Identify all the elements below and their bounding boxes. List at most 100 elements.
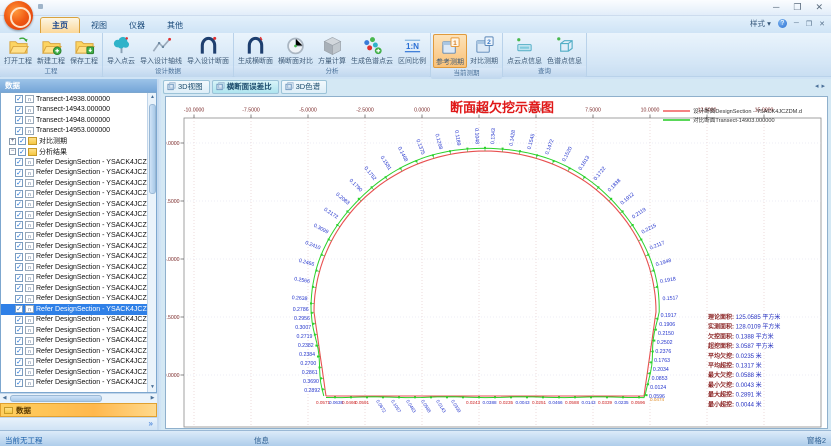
quick-access-icon[interactable] bbox=[38, 4, 43, 9]
document-tab[interactable]: 3D色谱 bbox=[281, 80, 328, 94]
checkbox[interactable]: ✓ bbox=[18, 148, 26, 156]
checkbox[interactable]: ✓ bbox=[15, 127, 23, 135]
tree-item[interactable]: ✓∩Refer DesignSection - YSACK4JCZDM.dat bbox=[1, 325, 147, 336]
scroll-left-icon[interactable]: ◀ bbox=[0, 394, 9, 403]
tree-item[interactable]: ✓∩Refer DesignSection - YSACK4JCZDM.dat bbox=[1, 220, 147, 231]
tree-item[interactable]: ✓∩Refer DesignSection - YSACK4JCZDM.dat bbox=[1, 178, 147, 189]
tree-item[interactable]: ✓∩Refer DesignSection - YSACK4JCZDM.dat bbox=[1, 304, 147, 315]
tree-item[interactable]: ✓∩Refer DesignSection - YSACK4JCZDM.dat bbox=[1, 189, 147, 200]
tree-item[interactable]: ✓∩Refer DesignSection - YSACK4JCZDM.dat bbox=[1, 346, 147, 357]
checkbox[interactable]: ✓ bbox=[15, 242, 23, 250]
checkbox[interactable]: ✓ bbox=[15, 263, 23, 271]
data-panel-tab[interactable]: 数据 bbox=[0, 403, 157, 417]
checkbox[interactable]: ✓ bbox=[15, 368, 23, 376]
tree-item[interactable]: ✓∩Transect-14938.000000 bbox=[1, 94, 147, 105]
scrollbar-thumb[interactable] bbox=[149, 104, 156, 194]
ribbon-button[interactable]: 导入设计断面 bbox=[185, 34, 231, 66]
ribbon-tab[interactable]: 视图 bbox=[80, 18, 118, 33]
ribbon-button[interactable]: 1:N区间比例 bbox=[396, 34, 428, 66]
tree-item[interactable]: ✓∩Refer DesignSection - YSACK4JCZDM.dat bbox=[1, 283, 147, 294]
checkbox[interactable]: ✓ bbox=[15, 274, 23, 282]
ribbon-button[interactable]: 横断面对比 bbox=[276, 34, 315, 66]
tree-item[interactable]: ✓∩Refer DesignSection - YSACK4JCZDM.dat bbox=[1, 210, 147, 221]
checkbox[interactable]: ✓ bbox=[15, 326, 23, 334]
checkbox[interactable]: ✓ bbox=[15, 200, 23, 208]
checkbox[interactable]: ✓ bbox=[18, 137, 26, 145]
ribbon-button[interactable]: 色谱点信息 bbox=[545, 34, 584, 66]
checkbox[interactable]: ✓ bbox=[15, 379, 23, 387]
checkbox[interactable]: ✓ bbox=[15, 95, 23, 103]
ribbon-button[interactable]: 新建工程 bbox=[35, 34, 67, 66]
ribbon-tab[interactable]: 主页 bbox=[40, 17, 80, 33]
checkbox[interactable]: ✓ bbox=[15, 347, 23, 355]
tree-item[interactable]: ✓∩Refer DesignSection - YSACK4JCZDM.dat bbox=[1, 273, 147, 284]
app-logo-icon[interactable] bbox=[4, 1, 33, 30]
tree-folder[interactable]: −✓分析结果 bbox=[1, 147, 147, 158]
checkbox[interactable]: ✓ bbox=[15, 253, 23, 261]
ribbon-button[interactable]: 生成横断面 bbox=[236, 34, 275, 66]
scrollbar-thumb[interactable] bbox=[10, 395, 102, 402]
ribbon-button[interactable]: 生成色谱点云 bbox=[349, 34, 395, 66]
doc-restore-button[interactable]: ❐ bbox=[806, 20, 812, 28]
tab-scroll-arrows[interactable]: ◂▸ bbox=[815, 82, 828, 90]
doc-close-button[interactable]: ✕ bbox=[819, 20, 825, 28]
tree-item[interactable]: ✓∩Refer DesignSection - YSACK4JCZDM.dat bbox=[1, 357, 147, 368]
ribbon-button[interactable]: 点云点信息 bbox=[505, 34, 544, 66]
close-button[interactable]: ✕ bbox=[815, 2, 823, 13]
checkbox[interactable]: ✓ bbox=[15, 221, 23, 229]
document-tab[interactable]: 横断面误差比 bbox=[212, 80, 279, 94]
tree-item[interactable]: ✓∩Refer DesignSection - YSACK4JCZDM.dat bbox=[1, 378, 147, 389]
checkbox[interactable]: ✓ bbox=[15, 158, 23, 166]
checkbox[interactable]: ✓ bbox=[15, 106, 23, 114]
help-icon[interactable]: ? bbox=[778, 19, 787, 28]
checkbox[interactable]: ✓ bbox=[15, 190, 23, 198]
tree-item[interactable]: ✓∩Transect-14948.000000 bbox=[1, 115, 147, 126]
scroll-right-icon[interactable]: ▶ bbox=[148, 394, 157, 403]
ribbon-tab[interactable]: 其他 bbox=[156, 18, 194, 33]
checkbox[interactable]: ✓ bbox=[15, 211, 23, 219]
checkbox[interactable]: ✓ bbox=[15, 169, 23, 177]
tree-item[interactable]: ✓∩Refer DesignSection - YSACK4JCZDM.dat bbox=[1, 262, 147, 273]
tree-item[interactable]: ✓∩Transect-14953.000000 bbox=[1, 126, 147, 137]
minimize-button[interactable]: ─ bbox=[773, 2, 779, 13]
expand-toggle-icon[interactable]: + bbox=[9, 138, 16, 145]
checkbox[interactable]: ✓ bbox=[15, 179, 23, 187]
ribbon-tab[interactable]: 仪器 bbox=[118, 18, 156, 33]
tree-item[interactable]: ✓∩Refer DesignSection - YSACK4JCZDM.dat bbox=[1, 367, 147, 378]
tree-item[interactable]: ✓∩Refer DesignSection - YSACK4JCZDM.dat bbox=[1, 336, 147, 347]
checkbox[interactable]: ✓ bbox=[15, 337, 23, 345]
tree-item[interactable]: ✓∩Refer DesignSection - YSACK4JCZDM.dat bbox=[1, 294, 147, 305]
tree-item[interactable]: ✓∩Transect-14943.000000 bbox=[1, 105, 147, 116]
checkbox[interactable]: ✓ bbox=[15, 232, 23, 240]
tree-item[interactable]: ✓∩Refer DesignSection - YSACK4JCZDM.dat bbox=[1, 168, 147, 179]
tree-item[interactable]: ✓∩Refer DesignSection - YSACK4JCZDM.dat bbox=[1, 157, 147, 168]
tree-item[interactable]: ✓∩Refer DesignSection - YSACK4JCZDM.dat bbox=[1, 315, 147, 326]
ribbon-button[interactable]: 保存工程 bbox=[68, 34, 100, 66]
expand-chevron-icon[interactable]: » bbox=[149, 419, 153, 428]
document-tab[interactable]: 3D视图 bbox=[163, 80, 210, 94]
checkbox[interactable]: ✓ bbox=[15, 305, 23, 313]
scroll-up-icon[interactable]: ▲ bbox=[148, 93, 157, 102]
ribbon-button[interactable]: 打开工程 bbox=[2, 34, 34, 66]
checkbox[interactable]: ✓ bbox=[15, 358, 23, 366]
tree-horizontal-scrollbar[interactable]: ◀ ▶ bbox=[0, 393, 157, 403]
tree-vertical-scrollbar[interactable]: ▲ ▼ bbox=[147, 93, 156, 392]
tree-folder[interactable]: +✓对比测期 bbox=[1, 136, 147, 147]
scroll-down-icon[interactable]: ▼ bbox=[148, 383, 157, 392]
checkbox[interactable]: ✓ bbox=[15, 316, 23, 324]
tree-item[interactable]: ✓∩Refer DesignSection - YSACK4JCZDM.dat bbox=[1, 241, 147, 252]
ribbon-button[interactable]: 2对比测期 bbox=[468, 34, 500, 66]
checkbox[interactable]: ✓ bbox=[15, 116, 23, 124]
doc-minimize-button[interactable]: ─ bbox=[794, 20, 799, 27]
maximize-button[interactable]: ❐ bbox=[793, 2, 801, 13]
checkbox[interactable]: ✓ bbox=[15, 295, 23, 303]
tree-item[interactable]: ✓∩Refer DesignSection - YSACK4JCZDM.dat bbox=[1, 231, 147, 242]
ribbon-button[interactable]: 导入设计轴线 bbox=[138, 34, 184, 66]
tree-item[interactable]: ✓∩Refer DesignSection - YSACK4JCZDM.dat bbox=[1, 199, 147, 210]
expand-toggle-icon[interactable]: − bbox=[9, 148, 16, 155]
style-dropdown[interactable]: 样式 ▾ bbox=[750, 18, 771, 29]
ribbon-button[interactable]: 1参考测期 bbox=[433, 34, 467, 68]
ribbon-button[interactable]: 方量计算 bbox=[316, 34, 348, 66]
chart-canvas[interactable]: -10.0000-7.5000-5.0000-2.50000.00002.500… bbox=[165, 96, 828, 429]
ribbon-button[interactable]: 导入点云 bbox=[105, 34, 137, 66]
